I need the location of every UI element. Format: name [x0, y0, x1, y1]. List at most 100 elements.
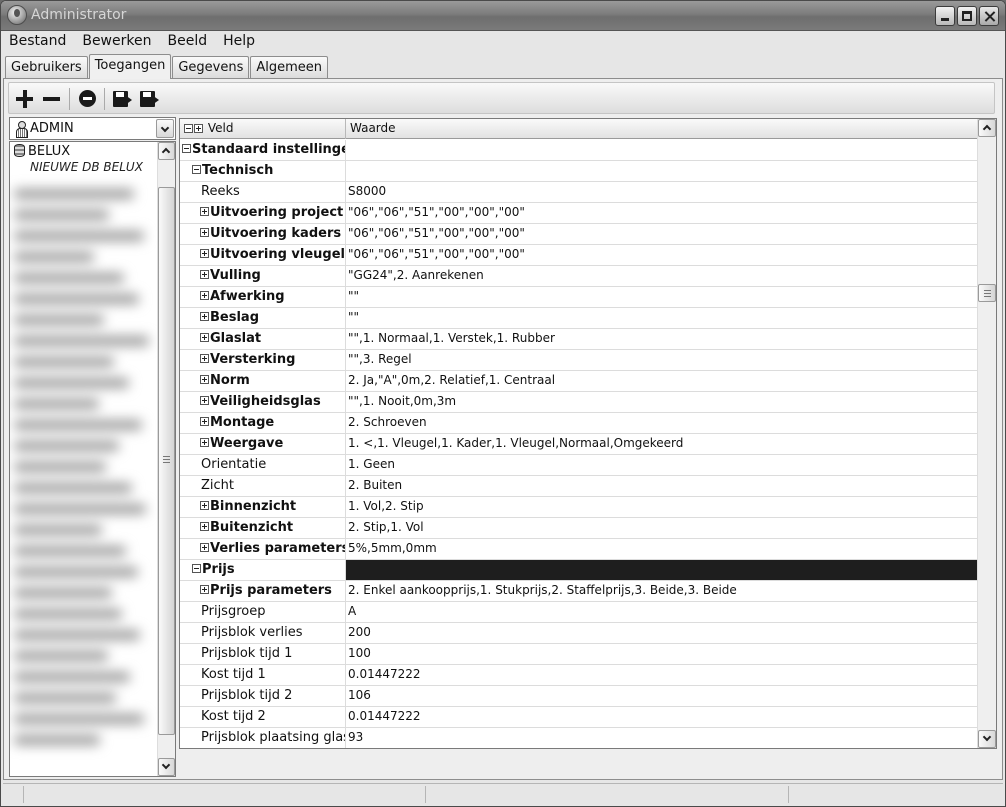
expand-icon[interactable]: [200, 291, 209, 300]
field-value[interactable]: 2. Enkel aankoopprijs,1. Stukprijs,2. St…: [346, 581, 978, 601]
field-name-cell[interactable]: Orientatie: [180, 455, 346, 475]
field-name-cell[interactable]: Technisch: [180, 161, 346, 181]
table-row[interactable]: Uitvoering project "06","06","51","00","0…: [180, 203, 978, 224]
table-row[interactable]: Prijsgroep A: [180, 602, 978, 623]
scroll-down-button[interactable]: [158, 758, 175, 776]
grid-scrollbar[interactable]: [977, 119, 996, 748]
field-value[interactable]: 0.01447222: [346, 707, 978, 727]
collapse-icon[interactable]: [182, 144, 191, 153]
expand-icon[interactable]: [200, 438, 209, 447]
table-row[interactable]: Versterking "",3. Regel: [180, 350, 978, 371]
collapse-icon[interactable]: [192, 165, 201, 174]
user-dropdown[interactable]: ADMIN: [9, 117, 176, 140]
field-name-cell[interactable]: Glaslat: [180, 329, 346, 349]
table-row[interactable]: Reeks S8000: [180, 182, 978, 203]
maximize-button[interactable]: [957, 6, 977, 26]
table-row[interactable]: Kost tijd 1 0.01447222: [180, 665, 978, 686]
field-value[interactable]: 200: [346, 623, 978, 643]
table-row[interactable]: Prijs: [180, 560, 978, 581]
field-name-cell[interactable]: Prijs parameters: [180, 581, 346, 601]
table-row[interactable]: Beslag "": [180, 308, 978, 329]
expand-icon[interactable]: [200, 270, 209, 279]
table-row[interactable]: Weergave 1. <,1. Vleugel,1. Kader,1. Vleu…: [180, 434, 978, 455]
field-name-cell[interactable]: Kost tijd 2: [180, 707, 346, 727]
field-name-cell[interactable]: Beslag: [180, 308, 346, 328]
field-name-cell[interactable]: Afwerking: [180, 287, 346, 307]
field-value[interactable]: "06","06","51","00","00","00": [346, 245, 978, 265]
table-row[interactable]: Uitvoering vleugels "06","06","51","00","…: [180, 245, 978, 266]
table-row[interactable]: Technisch: [180, 161, 978, 182]
table-row[interactable]: Orientatie 1. Geen: [180, 455, 978, 476]
tab-gebruikers[interactable]: Gebruikers: [5, 56, 88, 78]
field-name-cell[interactable]: Verlies parameters: [180, 539, 346, 559]
field-name-cell[interactable]: Versterking: [180, 350, 346, 370]
table-row[interactable]: Binnenzicht 1. Vol,2. Stip: [180, 497, 978, 518]
field-value[interactable]: 93: [346, 728, 978, 748]
expand-icon[interactable]: [200, 585, 209, 594]
field-value[interactable]: "": [346, 308, 978, 328]
field-value[interactable]: "06","06","51","00","00","00": [346, 203, 978, 223]
field-name-cell[interactable]: Weergave: [180, 434, 346, 454]
table-row[interactable]: Standaard instellingen: [180, 140, 978, 161]
field-name-cell[interactable]: Buitenzicht: [180, 518, 346, 538]
table-row[interactable]: Prijsblok verlies 200: [180, 623, 978, 644]
field-value[interactable]: [346, 161, 978, 181]
table-row[interactable]: Vulling "GG24",2. Aanrekenen: [180, 266, 978, 287]
collapse-all-icon[interactable]: [184, 124, 193, 133]
tab-algemeen[interactable]: Algemeen: [250, 56, 329, 78]
scroll-down-button[interactable]: [978, 730, 996, 748]
tab-gegevens[interactable]: Gegevens: [172, 56, 250, 78]
field-value[interactable]: 2. Schroeven: [346, 413, 978, 433]
field-name-cell[interactable]: Uitvoering project: [180, 203, 346, 223]
field-value[interactable]: "": [346, 287, 978, 307]
expand-all-icon[interactable]: [194, 124, 203, 133]
dropdown-button[interactable]: [156, 119, 174, 138]
field-value[interactable]: 106: [346, 686, 978, 706]
tab-toegangen[interactable]: Toegangen: [88, 54, 172, 79]
field-name-cell[interactable]: Veiligheidsglas: [180, 392, 346, 412]
field-value[interactable]: 100: [346, 644, 978, 664]
field-name-cell[interactable]: Prijs: [180, 560, 346, 580]
title-bar[interactable]: Administrator: [1, 1, 1005, 31]
field-value[interactable]: 1. Geen: [346, 455, 978, 475]
scroll-up-button[interactable]: [158, 142, 175, 160]
expand-icon[interactable]: [200, 522, 209, 531]
field-name-cell[interactable]: Montage: [180, 413, 346, 433]
expand-icon[interactable]: [200, 375, 209, 384]
field-name-cell[interactable]: Vulling: [180, 266, 346, 286]
expand-icon[interactable]: [200, 312, 209, 321]
table-row[interactable]: Glaslat "",1. Normaal,1. Verstek,1. Rubbe…: [180, 329, 978, 350]
field-value[interactable]: [346, 140, 978, 160]
field-name-cell[interactable]: Prijsblok plaatsing glas: [180, 728, 346, 748]
table-row[interactable]: Kost tijd 2 0.01447222: [180, 707, 978, 728]
table-row[interactable]: Veiligheidsglas "",1. Nooit,0m,3m: [180, 392, 978, 413]
minus-icon[interactable]: [41, 88, 63, 110]
list-item-belux[interactable]: BELUX: [14, 144, 70, 160]
table-row[interactable]: Prijsblok tijd 1 100: [180, 644, 978, 665]
table-row[interactable]: Verlies parameters 5%,5mm,0mm: [180, 539, 978, 560]
field-value[interactable]: 5%,5mm,0mm: [346, 539, 978, 559]
table-row[interactable]: Afwerking "": [180, 287, 978, 308]
field-value[interactable]: 1. <,1. Vleugel,1. Kader,1. Vleugel,Norm…: [346, 434, 978, 454]
field-name-cell[interactable]: Kost tijd 1: [180, 665, 346, 685]
field-name-cell[interactable]: Standaard instellingen: [180, 140, 346, 160]
table-row[interactable]: Buitenzicht 2. Stip,1. Vol: [180, 518, 978, 539]
field-name-cell[interactable]: Uitvoering vleugels: [180, 245, 346, 265]
table-row[interactable]: Uitvoering kaders "06","06","51","00","00…: [180, 224, 978, 245]
field-value[interactable]: "06","06","51","00","00","00": [346, 224, 978, 244]
field-value[interactable]: A: [346, 602, 978, 622]
field-name-cell[interactable]: Prijsgroep: [180, 602, 346, 622]
save-export-icon[interactable]: [111, 88, 133, 110]
menu-help[interactable]: Help: [215, 31, 263, 52]
field-value[interactable]: 0.01447222: [346, 665, 978, 685]
expand-icon[interactable]: [200, 354, 209, 363]
table-row[interactable]: Prijsblok tijd 2 106: [180, 686, 978, 707]
field-value[interactable]: 2. Buiten: [346, 476, 978, 496]
field-name-cell[interactable]: Norm: [180, 371, 346, 391]
field-value[interactable]: 2. Stip,1. Vol: [346, 518, 978, 538]
close-button[interactable]: [979, 6, 999, 26]
list-item-nieuwe-db[interactable]: NIEUWE DB BELUX: [30, 160, 143, 174]
stop-icon[interactable]: [77, 88, 99, 110]
expand-icon[interactable]: [200, 228, 209, 237]
field-name-cell[interactable]: Prijsblok tijd 1: [180, 644, 346, 664]
